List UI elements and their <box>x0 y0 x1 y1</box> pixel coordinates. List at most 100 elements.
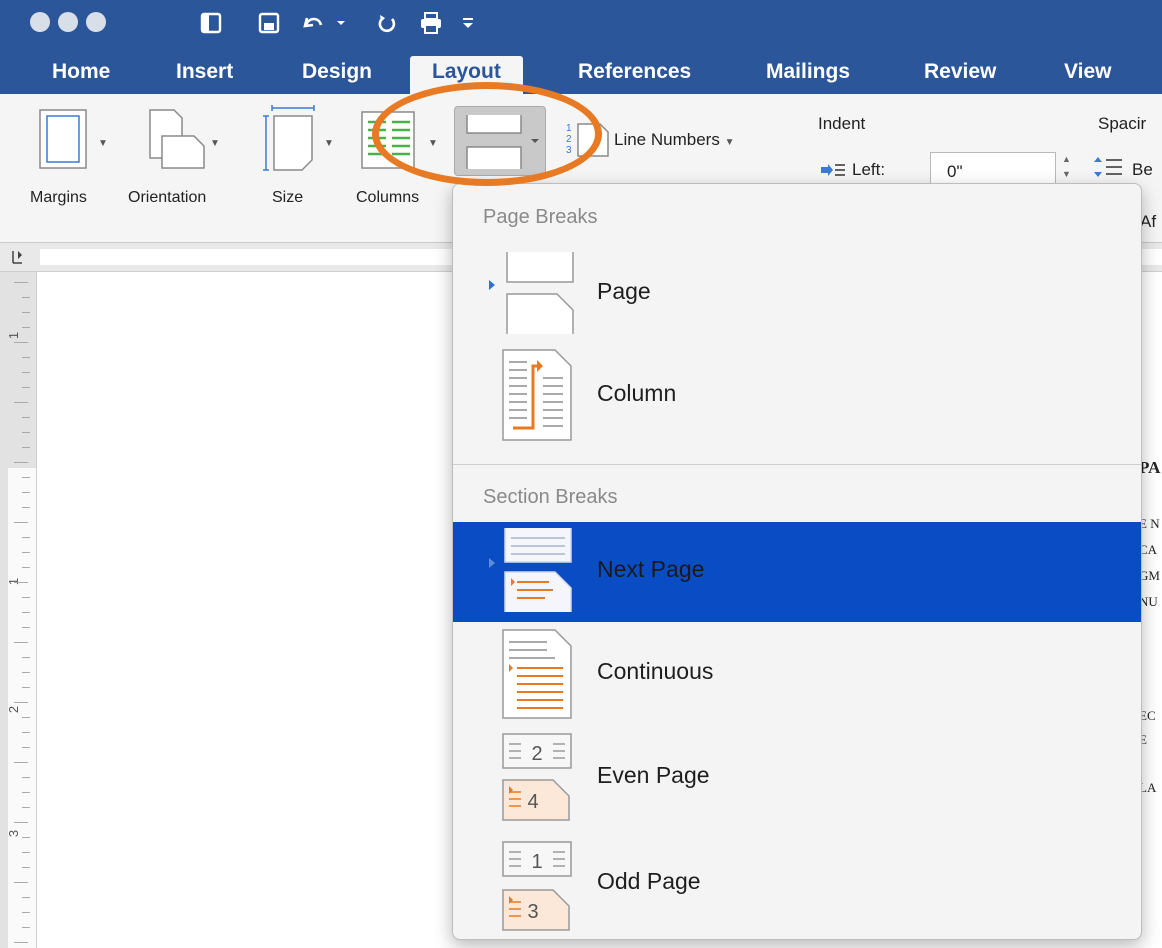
vruler-tick <box>22 567 30 568</box>
doc-fragment: GM <box>1139 568 1160 583</box>
undo-dropdown-icon[interactable] <box>334 8 348 38</box>
menu-item-even-page[interactable]: 2 4 Even Page <box>453 728 1141 828</box>
tab-references[interactable]: References <box>578 60 691 84</box>
menu-item-column[interactable]: Column <box>453 346 1141 446</box>
margins-dropdown-icon[interactable]: ▼ <box>98 138 108 149</box>
menu-item-label: Continuous <box>597 658 714 684</box>
vruler-tick <box>22 927 30 928</box>
indent-left-label: Left: <box>852 160 886 179</box>
menu-item-odd-page[interactable]: 1 3 Odd Page <box>453 834 1141 934</box>
doc-fragment: PA <box>1139 458 1161 477</box>
sidebar-toggle-icon[interactable] <box>196 8 226 38</box>
menu-item-label: Even Page <box>597 762 710 788</box>
vruler-tick <box>22 357 30 358</box>
menu-item-next-page[interactable]: Next Page <box>453 522 1141 622</box>
columns-icon <box>361 111 415 169</box>
vruler-tick <box>22 312 30 313</box>
spacing-after-label: Af <box>1140 212 1157 231</box>
spacing-before-label: Be <box>1132 160 1153 179</box>
redo-icon[interactable] <box>372 8 402 38</box>
vruler-tick <box>22 837 30 838</box>
vruler-tick <box>22 417 30 418</box>
print-icon[interactable] <box>416 8 446 38</box>
size-label: Size <box>272 189 304 206</box>
page-breaks-header: Page Breaks <box>483 206 598 228</box>
zoom-window-button[interactable] <box>86 12 106 32</box>
menu-item-label: Page <box>597 278 651 304</box>
columns-label: Columns <box>356 189 420 206</box>
tab-stop-icon[interactable] <box>10 249 24 265</box>
tab-view[interactable]: View <box>1064 60 1111 84</box>
size-dropdown-icon[interactable]: ▼ <box>324 138 334 149</box>
margins-icon <box>39 109 87 169</box>
spacing-heading: Spacir <box>1098 114 1147 133</box>
columns-dropdown-icon[interactable]: ▼ <box>428 138 438 149</box>
orientation-button[interactable] <box>146 108 208 177</box>
orientation-dropdown-icon[interactable]: ▼ <box>210 138 220 149</box>
odd-page-break-icon: 1 3 <box>502 841 572 931</box>
size-button[interactable] <box>262 104 318 179</box>
title-bar <box>0 0 1162 46</box>
vertical-ruler[interactable]: 1 1 2 3 <box>0 272 37 948</box>
vruler-tick <box>14 402 28 403</box>
save-icon[interactable] <box>254 8 284 38</box>
breaks-button[interactable] <box>454 106 546 176</box>
vruler-tick <box>22 387 30 388</box>
tab-layout[interactable]: Layout <box>410 56 523 94</box>
ribbon-tabs: Home Insert Design Layout References Mai… <box>0 46 1162 94</box>
indent-left-stepper[interactable]: ▲ ▼ <box>1062 152 1071 182</box>
continuous-break-icon <box>502 629 572 719</box>
breaks-icon <box>466 115 539 169</box>
line-numbers-dropdown-icon[interactable]: ▼ <box>725 137 735 148</box>
vruler-tick <box>22 492 30 493</box>
doc-fragment: E N <box>1139 516 1160 531</box>
even-page-break-icon: 2 4 <box>502 733 572 821</box>
tab-home[interactable]: Home <box>52 60 110 84</box>
vruler-tick <box>14 282 28 283</box>
tab-insert[interactable]: Insert <box>176 60 233 84</box>
vruler-tick <box>14 642 28 643</box>
vruler-mark: 1 <box>6 331 22 340</box>
odd-icon-top-number: 1 <box>531 851 542 873</box>
orientation-label: Orientation <box>128 189 207 206</box>
vruler-tick <box>14 762 28 763</box>
vruler-tick <box>22 297 30 298</box>
column-break-icon <box>502 349 572 441</box>
close-window-button[interactable] <box>30 12 50 32</box>
undo-icon[interactable] <box>298 8 328 38</box>
vruler-tick <box>22 897 30 898</box>
columns-button[interactable] <box>360 110 418 175</box>
vruler-tick <box>22 657 30 658</box>
minimize-window-button[interactable] <box>58 12 78 32</box>
svg-text:2: 2 <box>566 134 572 145</box>
vruler-tick <box>22 597 30 598</box>
tab-design[interactable]: Design <box>302 60 372 84</box>
menu-divider <box>453 464 1141 465</box>
even-icon-bottom-number: 4 <box>527 791 538 813</box>
tab-mailings[interactable]: Mailings <box>766 60 850 84</box>
customize-toolbar-icon[interactable] <box>458 8 478 38</box>
vruler-mark: 2 <box>6 705 22 714</box>
line-numbers-icon: 1 2 3 <box>566 123 609 157</box>
indent-left-icon <box>821 164 845 176</box>
menu-item-page[interactable]: Page <box>453 244 1141 344</box>
vruler-tick <box>22 627 30 628</box>
svg-text:3: 3 <box>566 145 572 156</box>
vruler-tick <box>14 522 28 523</box>
menu-item-label: Next Page <box>597 556 705 582</box>
vruler-tick <box>22 612 30 613</box>
vruler-tick <box>22 807 30 808</box>
orientation-icon <box>149 109 205 169</box>
vruler-tick <box>22 792 30 793</box>
vruler-tick <box>22 507 30 508</box>
indent-left-input[interactable]: 0" <box>930 152 1056 186</box>
vruler-tick <box>22 372 30 373</box>
margins-button[interactable] <box>36 108 92 177</box>
vruler-tick <box>22 447 30 448</box>
tab-review[interactable]: Review <box>924 60 996 84</box>
vruler-mark: 3 <box>6 829 22 838</box>
line-numbers-button[interactable]: 1 2 3 <box>566 120 612 163</box>
menu-item-continuous[interactable]: Continuous <box>453 624 1141 724</box>
svg-text:1: 1 <box>566 123 572 134</box>
vruler-tick <box>22 912 30 913</box>
